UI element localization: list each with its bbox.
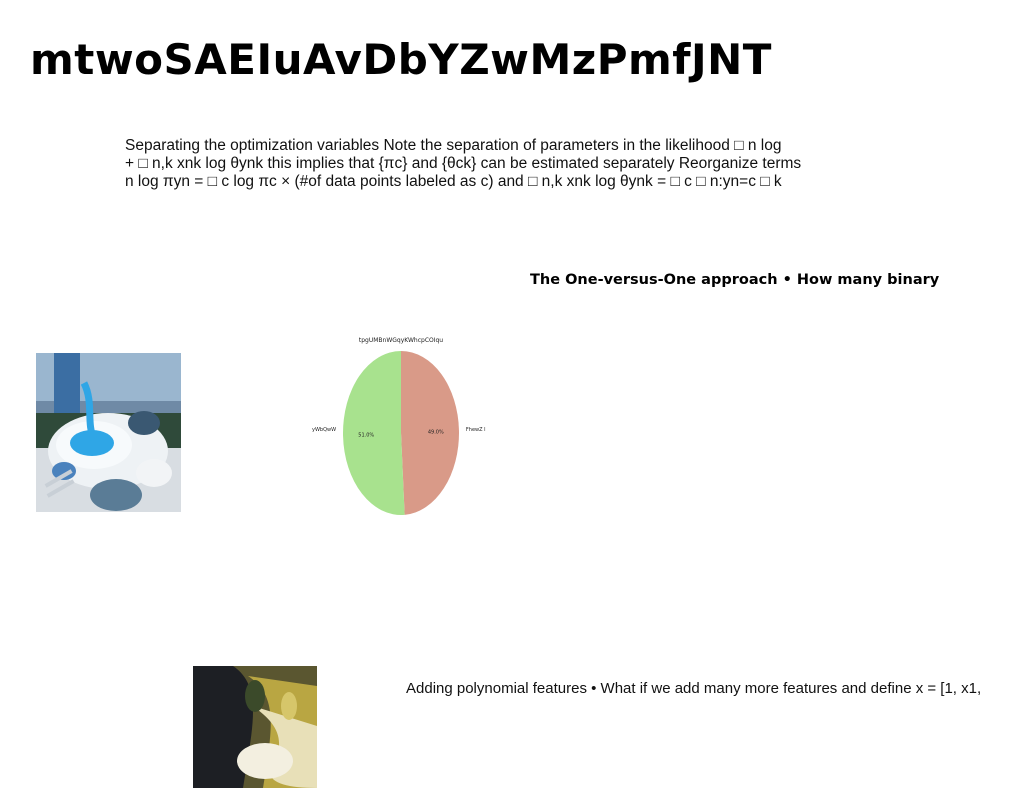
one-versus-one-heading: The One-versus-One approach • How many b… <box>530 272 940 288</box>
chart-title: tpgUMBnWGqyKWhcpCOIqu <box>359 337 443 344</box>
slice-percent-label: 49.0% <box>428 429 444 435</box>
paragraph-line: + □ n,k xnk log θynk this implies that {… <box>125 155 802 172</box>
paragraph-line: n log πyn = □ c log πc × (#of data point… <box>125 173 782 190</box>
paragraph-line: Separating the optimization variables No… <box>125 137 782 154</box>
pie-chart: tpgUMBnWGqyKWhcpCOIqu 49.0% FhewZ l 51.0% y… <box>312 337 486 515</box>
table-setting-photo <box>36 353 181 512</box>
slice-label: FhewZ l <box>466 427 486 433</box>
abstract-photo <box>193 666 317 788</box>
page-title: mtwoSAEIuAvDbYZwMzPmfJNT <box>30 35 772 84</box>
slice-percent-label: 51.0% <box>358 433 374 439</box>
polynomial-features-caption: Adding polynomial features • What if we … <box>406 680 982 697</box>
slice-label: yWbQwW <box>312 427 336 433</box>
body-paragraph: Separating the optimization variables No… <box>125 137 845 191</box>
